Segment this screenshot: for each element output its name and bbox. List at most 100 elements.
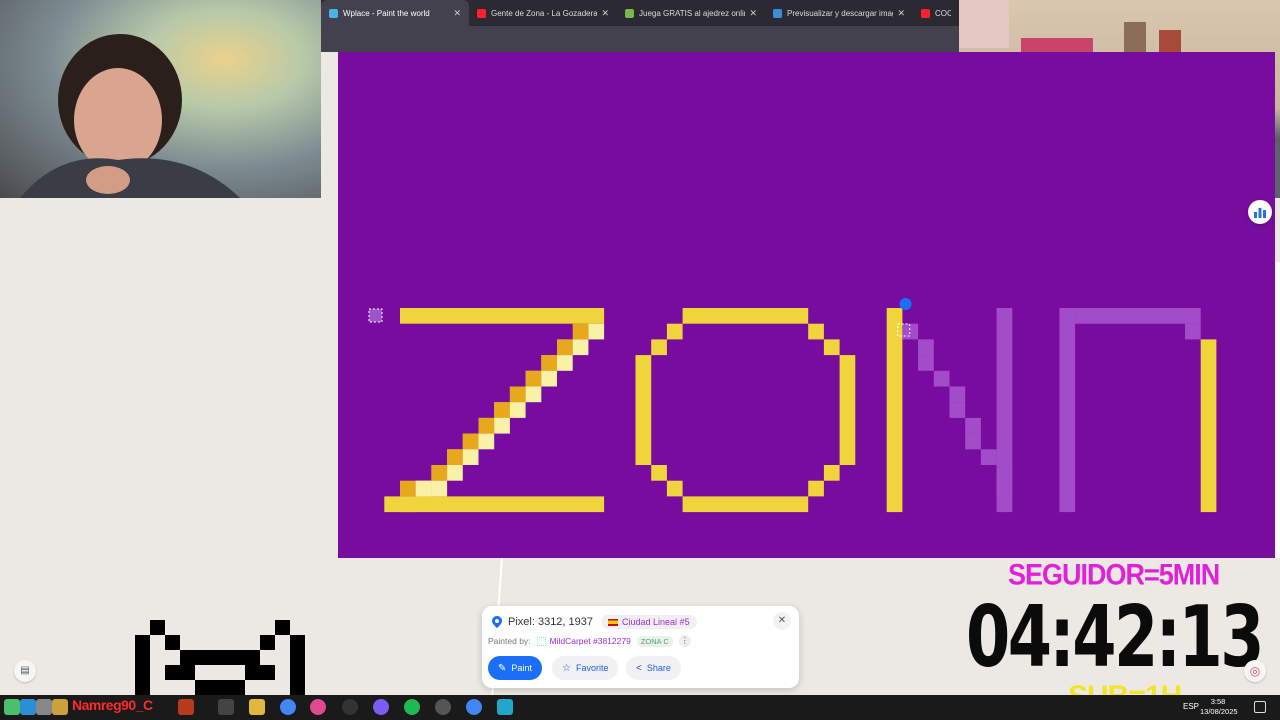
youtube-icon [921, 8, 930, 18]
tab-coco[interactable]: COCO [913, 0, 959, 26]
notification-icon[interactable] [1254, 701, 1266, 713]
letter-n-diagonal [949, 386, 966, 403]
share-icon: < [636, 662, 642, 674]
paint-button[interactable]: ✎ Paint [488, 656, 542, 680]
letter-z-diagonal [415, 480, 432, 497]
letter-z-diagonal [478, 417, 495, 434]
close-button[interactable]: ✕ [773, 612, 791, 630]
letter-n-diagonal [918, 339, 934, 356]
close-icon[interactable]: ✕ [897, 8, 905, 19]
painted-by-label: Painted by: [488, 636, 531, 646]
app-icon[interactable] [497, 699, 513, 715]
letter-z-diagonal [384, 496, 400, 513]
paint-label: Paint [511, 663, 532, 673]
share-label: Share [646, 663, 671, 673]
letter-o-corner [808, 480, 824, 497]
toolbar [321, 26, 959, 52]
letter-z-diagonal [462, 433, 479, 450]
region-badge[interactable]: Ciudad Lineal #5 [601, 615, 697, 629]
tab-wplace[interactable]: Wplace - Paint the world ✕ [321, 0, 469, 26]
chart-icon [1254, 208, 1266, 218]
settings-icon[interactable] [36, 699, 52, 715]
menu-button[interactable]: ▤ [14, 660, 36, 682]
follower-rule-overlay: SEGUIDOR=5MIN [1008, 558, 1220, 591]
tab-title: COCO [935, 8, 951, 18]
chess-icon [625, 8, 634, 18]
locate-icon[interactable]: ◎ [1244, 660, 1266, 682]
letter-z-diagonal [494, 402, 510, 418]
close-icon[interactable]: ✕ [601, 8, 609, 19]
letter-z-diagonal [572, 339, 589, 356]
share-button[interactable]: < Share [626, 656, 681, 680]
close-icon[interactable]: ✕ [749, 8, 757, 19]
letter-n-diagonal [933, 370, 950, 387]
obs-icon[interactable] [342, 699, 358, 715]
clock-date: 13/08/2025 [1200, 707, 1238, 716]
pixel-info-panel: Pixel: 3312, 1937 Ciudad Lineal #5 ✕ Pai… [482, 606, 799, 688]
letter-n-diagonal [918, 355, 934, 371]
letter-o-bottom [682, 496, 809, 513]
avatar-icon[interactable] [52, 699, 68, 715]
spotify-icon[interactable] [404, 699, 420, 715]
cube-icon[interactable] [20, 699, 36, 715]
letter-n-diagonal [980, 449, 997, 465]
alliance-badge: ZONA C [636, 635, 673, 647]
stats-button[interactable] [1248, 200, 1272, 224]
letter-a-right [1200, 339, 1217, 513]
taskbar: Namreg90_C ESP 3:58 13/08/2025 [0, 695, 1280, 720]
app-icon[interactable] [435, 699, 451, 715]
letter-a-top [1075, 308, 1201, 324]
letter-z-diagonal [447, 465, 463, 481]
letter-o-left [635, 355, 652, 465]
letter-z-diagonal [525, 370, 542, 387]
browser-icon[interactable] [310, 699, 326, 715]
app-icon[interactable] [373, 699, 389, 715]
letter-z-diagonal [557, 355, 573, 371]
pixel-canvas[interactable] [338, 52, 1275, 558]
letter-z-diagonal [462, 449, 479, 465]
clock-time: 3:58 [1210, 697, 1226, 706]
cursor-pixel-preview [368, 308, 383, 323]
canvas-artwork[interactable] [338, 52, 1275, 558]
letter-o-corner [823, 465, 840, 481]
letter-z-diagonal [431, 465, 448, 481]
letter-z-diagonal [541, 370, 557, 387]
folder-icon[interactable] [249, 699, 265, 715]
letter-z-diagonal [509, 386, 526, 403]
system-clock[interactable]: 3:58 13/08/2025 [1200, 697, 1238, 717]
letter-a-left [1059, 308, 1076, 513]
tab-preview[interactable]: Previsualizar y descargar imagen ✕ [765, 0, 913, 26]
letter-n-diagonal [902, 323, 919, 340]
language-indicator[interactable]: ESP [1183, 702, 1199, 711]
tab-title: Previsualizar y descargar imagen [787, 8, 894, 18]
letter-o-corner [651, 339, 667, 356]
chrome-icon[interactable] [280, 699, 296, 715]
letter-z-diagonal [494, 417, 510, 434]
more-options-button[interactable]: ⋮ [678, 635, 691, 647]
letter-o-corner [666, 480, 683, 497]
selected-pixel-pin-icon[interactable] [899, 298, 912, 310]
painter-name[interactable]: MildCarpet #3812279 [550, 636, 631, 646]
rp-icon [773, 8, 782, 18]
wplace-icon [329, 8, 338, 18]
region-label: Ciudad Lineal #5 [622, 617, 690, 627]
kick-icon[interactable] [4, 699, 20, 715]
chrome-icon[interactable] [466, 699, 482, 715]
location-pin-icon [492, 616, 502, 628]
letter-z-diagonal [400, 496, 416, 513]
letter-z-diagonal [431, 480, 448, 497]
tab-title: Juega GRATIS al ajedrez online [639, 8, 746, 18]
letter-z-diagonal [541, 355, 557, 371]
favorite-button[interactable]: ☆ Favorite [552, 656, 619, 680]
letter-z-diagonal [557, 339, 573, 356]
letter-n-diagonal [949, 402, 966, 418]
tab-title: Gente de Zona - La Gozadera ft. [491, 8, 598, 18]
streamer-webcam [0, 0, 321, 198]
tab-chess[interactable]: Juega GRATIS al ajedrez online ✕ [617, 0, 765, 26]
letter-o-corner [666, 323, 683, 340]
letter-z-diagonal [572, 323, 589, 340]
tab-gente-de-zona[interactable]: Gente de Zona - La Gozadera ft. ✕ [469, 0, 617, 26]
letter-o-corner [651, 465, 667, 481]
close-icon[interactable]: ✕ [453, 8, 461, 19]
task-view-icon[interactable] [218, 699, 234, 715]
